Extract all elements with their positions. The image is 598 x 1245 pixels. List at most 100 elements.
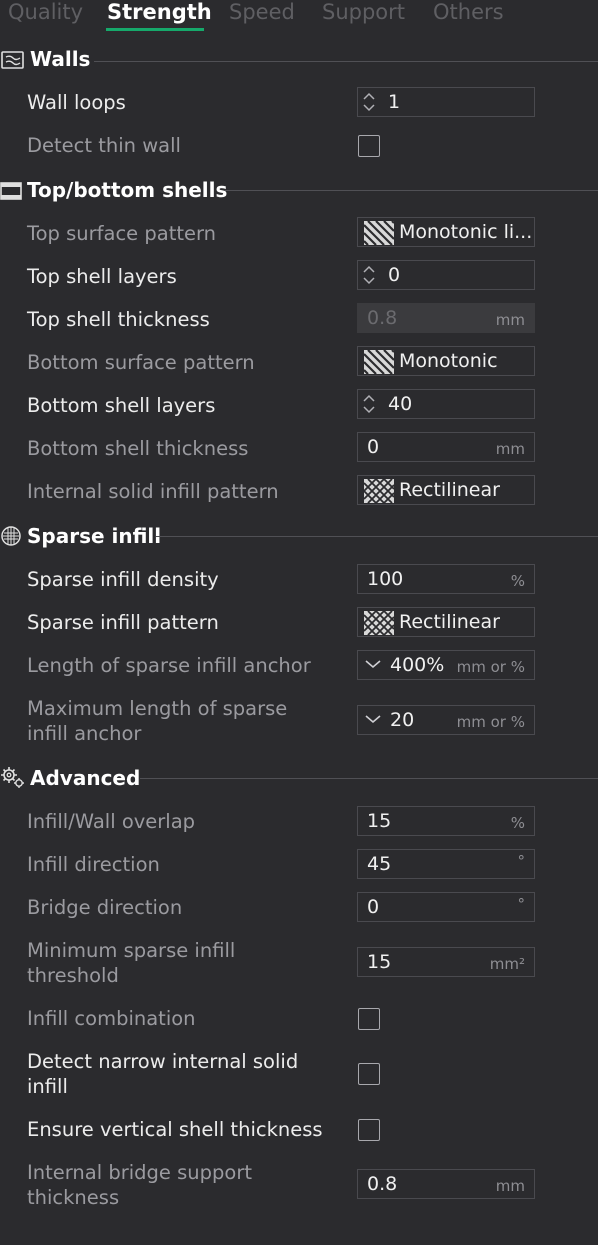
infill-direction-field[interactable]: 45 ° — [357, 849, 535, 879]
sparse-infill-density-field[interactable]: 100 % — [357, 564, 535, 594]
bottom-shell-layers-value: 40 — [388, 393, 413, 415]
section-divider — [140, 778, 598, 779]
infill-combination-label: Infill combination — [27, 1007, 196, 1030]
bridge-direction-field[interactable]: 0 ° — [357, 892, 535, 922]
active-tab-indicator — [106, 28, 204, 31]
bottom-shell-thickness-field[interactable]: 0 mm — [357, 432, 535, 462]
unit-label: mm — [495, 440, 525, 458]
sparse-infill-anchor-value: 400% — [390, 654, 445, 676]
section-title-shells: Top/bottom shells — [27, 178, 228, 202]
bottom-shell-thickness-label: Bottom shell thickness — [27, 437, 249, 460]
shells-icon — [0, 182, 22, 200]
unit-label: ° — [517, 852, 526, 870]
stepper-arrows-icon[interactable] — [362, 393, 376, 415]
rectilinear-pattern-icon — [363, 478, 395, 504]
tab-strength[interactable]: Strength — [107, 0, 212, 24]
sparse-infill-pattern-value: Rectilinear — [399, 611, 500, 633]
unit-label: mm or % — [456, 658, 525, 676]
bottom-shell-thickness-value: 0 — [367, 436, 380, 458]
internal-solid-infill-pattern-value: Rectilinear — [399, 479, 500, 501]
bottom-surface-pattern-select[interactable]: Monotonic — [357, 346, 535, 376]
infill-combination-checkbox[interactable] — [358, 1008, 380, 1030]
internal-bridge-support-label-line1: Internal bridge support — [27, 1161, 252, 1184]
bottom-surface-pattern-value: Monotonic — [399, 350, 498, 372]
infill-direction-label: Infill direction — [27, 853, 160, 876]
section-title-sparse-infill: Sparse infill — [27, 524, 162, 548]
section-title-advanced: Advanced — [30, 766, 141, 790]
sparse-infill-icon — [1, 526, 21, 546]
sparse-infill-pattern-select[interactable]: Rectilinear — [357, 607, 535, 637]
max-anchor-label-line1: Maximum length of sparse — [27, 697, 288, 720]
max-anchor-label-line2: infill anchor — [27, 722, 142, 745]
wall-loops-stepper[interactable]: 1 — [357, 87, 535, 117]
internal-solid-infill-pattern-select[interactable]: Rectilinear — [357, 475, 535, 505]
stepper-arrows-icon[interactable] — [362, 91, 376, 113]
monotonic-pattern-icon — [363, 349, 395, 375]
min-sparse-threshold-field[interactable]: 15 mm² — [357, 947, 535, 977]
section-divider — [156, 536, 598, 537]
rectilinear-pattern-icon — [363, 610, 395, 636]
unit-label: mm or % — [456, 713, 525, 731]
top-surface-pattern-label: Top surface pattern — [27, 222, 217, 245]
tab-speed[interactable]: Speed — [229, 0, 295, 24]
top-shell-layers-stepper[interactable]: 0 — [357, 260, 535, 290]
sparse-infill-anchor-label: Length of sparse infill anchor — [27, 654, 311, 677]
tab-quality[interactable]: Quality — [8, 0, 83, 24]
sparse-infill-pattern-label: Sparse infill pattern — [27, 611, 219, 634]
top-surface-pattern-select[interactable]: Monotonic li... — [357, 217, 535, 247]
unit-label: % — [510, 572, 525, 590]
max-sparse-infill-anchor-combo[interactable]: 20 mm or % — [357, 705, 535, 735]
tab-support[interactable]: Support — [322, 0, 405, 24]
infill-direction-value: 45 — [367, 853, 392, 875]
ensure-vertical-shell-checkbox[interactable] — [358, 1119, 380, 1141]
gear-icon — [1, 767, 24, 788]
infill-wall-overlap-value: 15 — [367, 810, 392, 832]
detect-narrow-solid-label-line2: infill — [27, 1075, 68, 1098]
bridge-direction-value: 0 — [367, 896, 380, 918]
internal-bridge-support-value: 0.8 — [367, 1173, 398, 1195]
detect-narrow-solid-checkbox[interactable] — [358, 1063, 380, 1085]
unit-label: % — [510, 814, 525, 832]
wall-loops-label: Wall loops — [27, 91, 126, 114]
bridge-direction-label: Bridge direction — [27, 896, 183, 919]
internal-bridge-support-field[interactable]: 0.8 mm — [357, 1169, 535, 1199]
ensure-vertical-shell-label: Ensure vertical shell thickness — [27, 1118, 323, 1141]
bottom-shell-layers-stepper[interactable]: 40 — [357, 389, 535, 419]
tab-bar: Quality Strength Speed Support Others — [0, 0, 598, 32]
top-shell-layers-value: 0 — [388, 264, 401, 286]
walls-icon — [1, 51, 24, 69]
detect-narrow-solid-label-line1: Detect narrow internal solid — [27, 1050, 299, 1073]
top-surface-pattern-value: Monotonic li... — [399, 221, 533, 243]
max-sparse-infill-anchor-value: 20 — [390, 709, 415, 731]
unit-label: ° — [517, 895, 526, 913]
min-sparse-threshold-label-line2: threshold — [27, 964, 119, 987]
internal-solid-infill-pattern-label: Internal solid infill pattern — [27, 480, 279, 503]
detect-thin-wall-checkbox[interactable] — [358, 135, 380, 157]
infill-wall-overlap-label: Infill/Wall overlap — [27, 810, 196, 833]
sparse-infill-density-value: 100 — [367, 568, 404, 590]
internal-bridge-support-label-line2: thickness — [27, 1186, 120, 1209]
min-sparse-threshold-value: 15 — [367, 951, 392, 973]
unit-label: mm — [495, 1177, 525, 1195]
wall-loops-value: 1 — [388, 91, 401, 113]
top-shell-thickness-value: 0.8 — [367, 307, 398, 329]
sparse-infill-anchor-combo[interactable]: 400% mm or % — [357, 650, 535, 680]
section-divider — [94, 61, 598, 62]
bottom-shell-layers-label: Bottom shell layers — [27, 394, 216, 417]
detect-thin-wall-label: Detect thin wall — [27, 134, 181, 157]
tab-others[interactable]: Others — [433, 0, 504, 24]
stepper-arrows-icon[interactable] — [362, 264, 376, 286]
top-shell-layers-label: Top shell layers — [27, 265, 177, 288]
sparse-infill-density-label: Sparse infill density — [27, 568, 219, 591]
unit-label: mm — [495, 311, 525, 329]
infill-wall-overlap-field[interactable]: 15 % — [357, 806, 535, 836]
chevron-down-icon[interactable] — [364, 657, 382, 671]
unit-label: mm² — [489, 955, 525, 973]
section-divider — [224, 190, 598, 191]
chevron-down-icon[interactable] — [364, 712, 382, 726]
monotonic-pattern-icon — [363, 220, 395, 246]
min-sparse-threshold-label-line1: Minimum sparse infill — [27, 939, 236, 962]
top-shell-thickness-field[interactable]: 0.8 mm — [357, 303, 535, 333]
top-shell-thickness-label: Top shell thickness — [27, 308, 210, 331]
section-title-walls: Walls — [30, 47, 91, 71]
